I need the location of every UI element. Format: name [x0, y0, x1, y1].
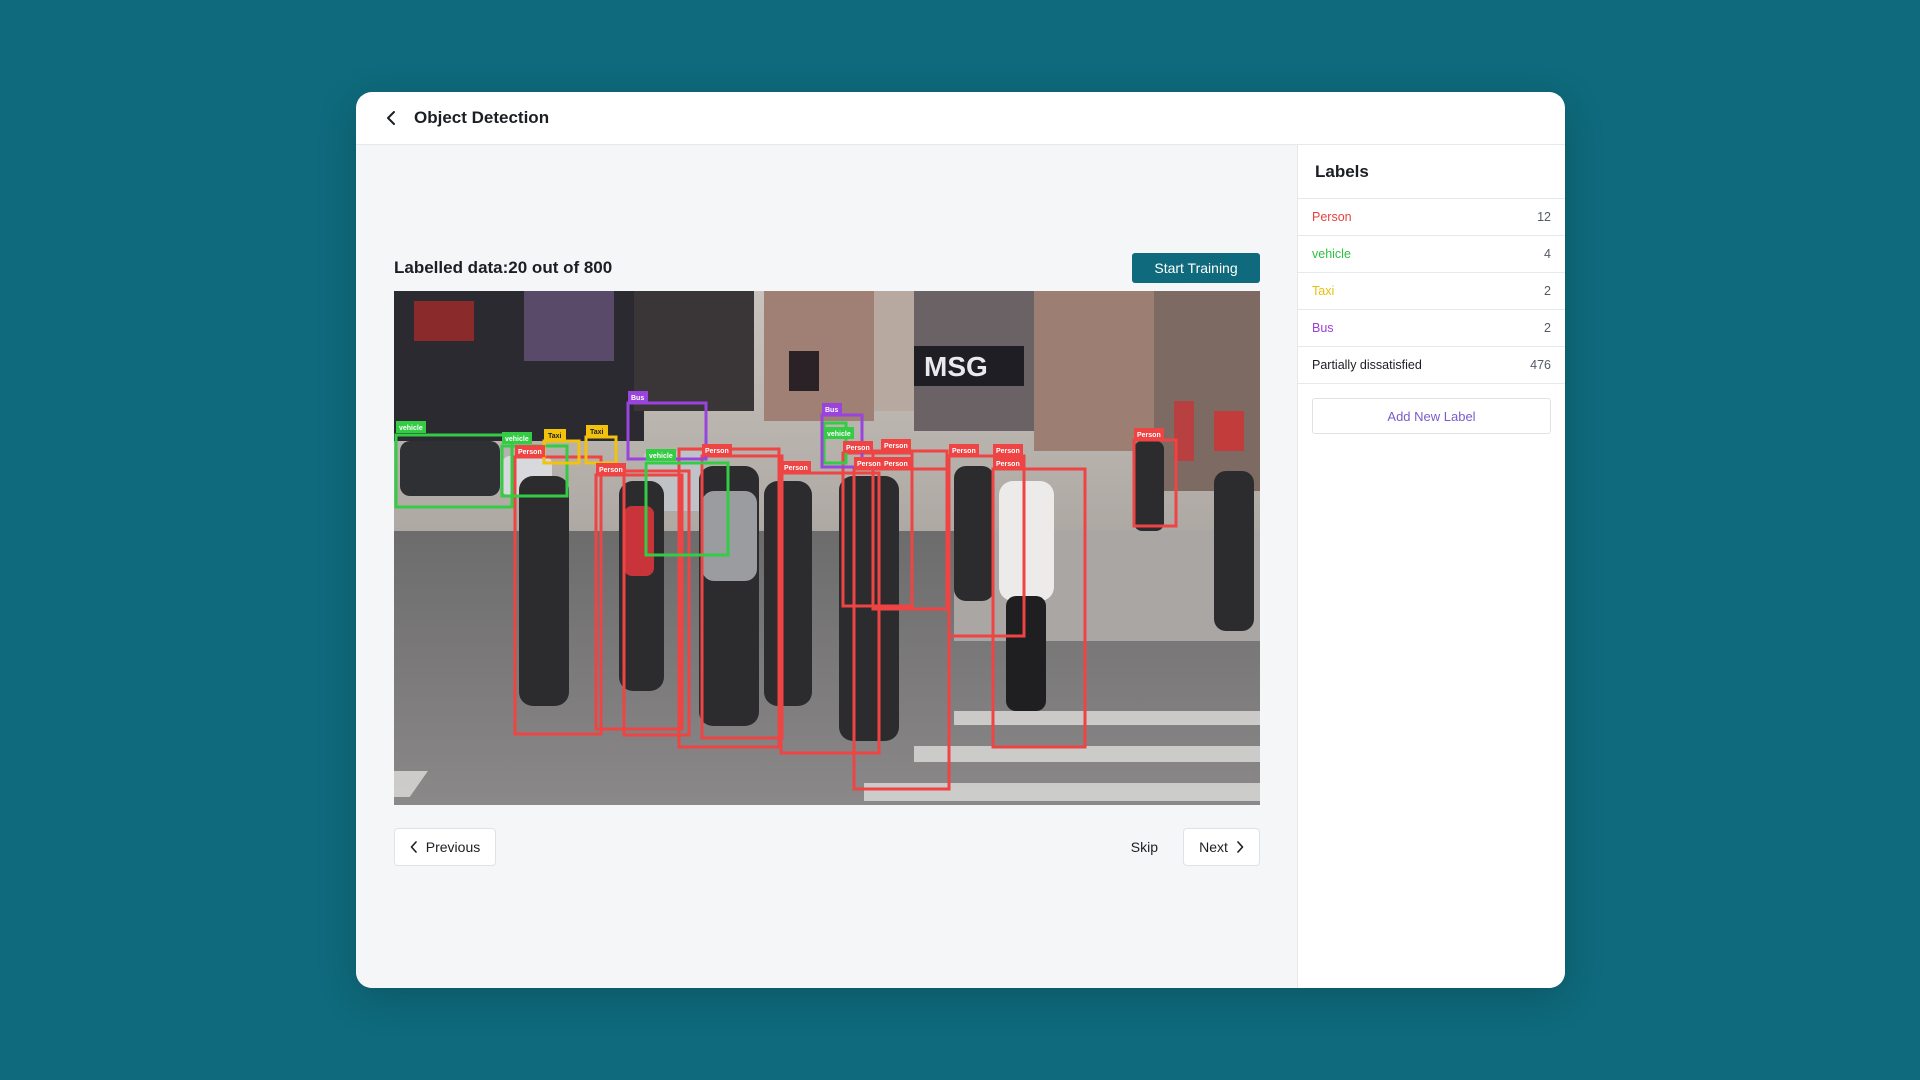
- vehicle-tag: vehicle: [827, 431, 851, 438]
- next-label: Next: [1199, 839, 1228, 855]
- next-button[interactable]: Next: [1183, 828, 1260, 866]
- person-tag: Person: [996, 448, 1020, 455]
- person-tag: Person: [518, 449, 542, 456]
- page-title: Object Detection: [414, 108, 550, 127]
- person-tag: Person: [846, 445, 870, 452]
- label-count: 2: [1544, 284, 1551, 298]
- person-tag: Person: [857, 461, 881, 468]
- person-tag: Person: [599, 467, 623, 474]
- vehicle-tag: vehicle: [505, 436, 529, 443]
- skip-button[interactable]: Skip: [1131, 828, 1158, 866]
- add-new-label-button[interactable]: Add New Label: [1312, 398, 1551, 434]
- label-item-bus[interactable]: Bus 2: [1298, 310, 1565, 347]
- label-count: 476: [1530, 358, 1551, 372]
- person-tag: Person: [996, 461, 1020, 468]
- label-count: 2: [1544, 321, 1551, 335]
- person-tag: Person: [784, 465, 808, 472]
- label-count: 12: [1537, 210, 1551, 224]
- label-name: Person: [1312, 210, 1352, 224]
- previous-label: Previous: [425, 839, 481, 855]
- header-bar: Object Detection: [356, 92, 1565, 145]
- label-item-person[interactable]: Person 12: [1298, 199, 1565, 236]
- person-tag: Person: [884, 443, 908, 450]
- person-tag: Person: [884, 461, 908, 468]
- labelled-progress: Labelled data:20 out of 800: [394, 258, 613, 277]
- progress-row: Labelled data:20 out of 800 Start Traini…: [394, 253, 1260, 283]
- app-window: Object Detection Labelled data:20 out of…: [356, 92, 1565, 988]
- label-count: 4: [1544, 247, 1551, 261]
- label-item-vehicle[interactable]: vehicle 4: [1298, 236, 1565, 273]
- chevron-right-icon: [1237, 841, 1244, 853]
- label-name: Bus: [1312, 321, 1334, 335]
- workspace: Labelled data:20 out of 800 Start Traini…: [356, 145, 1297, 988]
- label-name: Partially dissatisfied: [1312, 358, 1422, 372]
- bus-tag: Bus: [631, 395, 644, 402]
- start-training-button[interactable]: Start Training: [1132, 253, 1260, 283]
- back-button[interactable]: [380, 107, 402, 129]
- chevron-left-icon: [410, 841, 417, 853]
- person-tag: Person: [1137, 432, 1161, 439]
- bus-tag: Bus: [825, 407, 838, 414]
- label-item-taxi[interactable]: Taxi 2: [1298, 273, 1565, 310]
- person-tag: Person: [705, 448, 729, 455]
- person-tag: Person: [952, 448, 976, 455]
- label-name: Taxi: [1312, 284, 1335, 298]
- chevron-left-icon: [387, 111, 395, 125]
- taxi-tag: Taxi: [590, 429, 604, 436]
- navigation-row: Previous Skip Next: [394, 828, 1260, 866]
- street-photo: MSG vehicle vehicle vehicle vehicle Taxi…: [394, 291, 1260, 805]
- svg-text:MSG: MSG: [924, 351, 988, 382]
- vehicle-tag: vehicle: [649, 453, 673, 460]
- label-item-partially-dissatisfied[interactable]: Partially dissatisfied 476: [1298, 347, 1565, 384]
- labels-sidebar: Labels Person 12 vehicle 4 Taxi 2 Bus 2 …: [1297, 145, 1565, 988]
- sidebar-title: Labels: [1298, 145, 1565, 199]
- taxi-tag: Taxi: [548, 433, 562, 440]
- label-list: Person 12 vehicle 4 Taxi 2 Bus 2 Partial…: [1298, 199, 1565, 384]
- vehicle-tag: vehicle: [399, 425, 423, 432]
- annotation-canvas[interactable]: MSG vehicle vehicle vehicle vehicle Taxi…: [394, 291, 1260, 805]
- previous-button[interactable]: Previous: [394, 828, 496, 866]
- label-name: vehicle: [1312, 247, 1351, 261]
